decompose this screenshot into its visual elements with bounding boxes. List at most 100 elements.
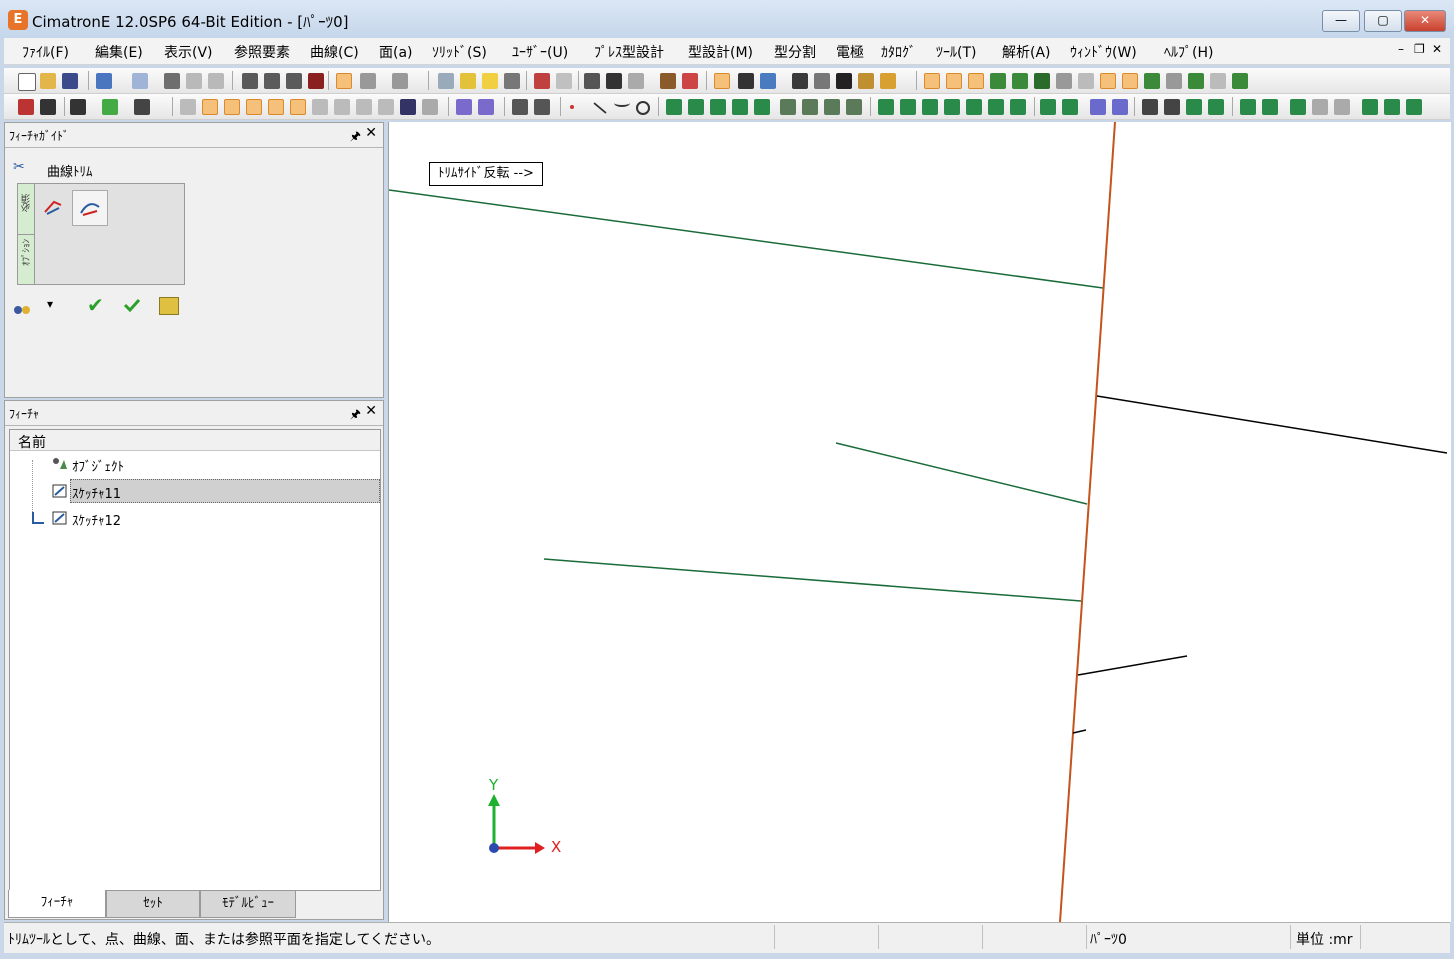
menu-file[interactable]: ﾌｧｲﾙ(F) bbox=[22, 42, 69, 62]
display-mode-icon[interactable] bbox=[392, 73, 408, 89]
extrude-icon[interactable] bbox=[202, 99, 218, 115]
layers-icon[interactable] bbox=[584, 73, 600, 89]
snap-settings-icon[interactable] bbox=[1232, 73, 1248, 89]
feature-icon[interactable] bbox=[180, 99, 196, 115]
tree-column-header[interactable]: 名前 bbox=[10, 430, 380, 451]
import-icon[interactable] bbox=[660, 73, 676, 89]
filter-icon[interactable] bbox=[102, 99, 118, 115]
menu-press-design[interactable]: ﾌﾟﾚｽ型設計 bbox=[594, 42, 664, 62]
tab-feature[interactable]: ﾌｨｰﾁｬ bbox=[8, 890, 106, 918]
menu-curve[interactable]: 曲線(C) bbox=[310, 42, 359, 62]
menu-edit[interactable]: 編集(E) bbox=[95, 42, 143, 62]
menu-analysis[interactable]: 解析(A) bbox=[1002, 42, 1051, 62]
trim-side-button[interactable] bbox=[72, 190, 108, 226]
next-view-icon[interactable] bbox=[556, 73, 572, 89]
draft-icon[interactable] bbox=[290, 99, 306, 115]
link-icon[interactable] bbox=[164, 73, 180, 89]
solid-c-icon[interactable] bbox=[1406, 99, 1422, 115]
line-weight-icon[interactable] bbox=[836, 73, 852, 89]
snap-tangent-icon[interactable] bbox=[946, 73, 962, 89]
compare-icon[interactable] bbox=[1112, 99, 1128, 115]
surface-loft-icon[interactable] bbox=[846, 99, 862, 115]
parting-icon[interactable] bbox=[1062, 99, 1078, 115]
close-button[interactable]: ✕ bbox=[1404, 10, 1446, 32]
menu-reference[interactable]: 参照要素 bbox=[234, 42, 290, 62]
loft-icon[interactable] bbox=[268, 99, 284, 115]
arc-icon[interactable] bbox=[614, 99, 630, 107]
snap-cursor-icon[interactable] bbox=[1122, 73, 1138, 89]
properties-icon[interactable] bbox=[628, 73, 644, 89]
snap-axis-icon[interactable] bbox=[1100, 73, 1116, 89]
solid-a-icon[interactable] bbox=[1362, 99, 1378, 115]
pan-icon[interactable] bbox=[308, 73, 324, 89]
shaded-view-icon[interactable] bbox=[336, 73, 352, 89]
apply-continue-icon[interactable] bbox=[123, 297, 141, 313]
mdi-minimize-button[interactable]: – bbox=[1398, 42, 1404, 56]
layer-a-icon[interactable] bbox=[1290, 99, 1306, 115]
sketch-icon[interactable] bbox=[512, 99, 528, 115]
minimize-button[interactable]: — bbox=[1322, 10, 1360, 32]
fillet-icon[interactable] bbox=[334, 99, 350, 115]
trim-side-tooltip[interactable]: ﾄﾘﾑｻｲﾄﾞ反転 --> bbox=[429, 162, 543, 186]
light-bulb-on-icon[interactable] bbox=[482, 73, 498, 89]
hide-icon[interactable] bbox=[504, 73, 520, 89]
open-folder-icon[interactable] bbox=[40, 73, 56, 89]
snap-box-icon[interactable] bbox=[1144, 73, 1160, 89]
circle-icon[interactable] bbox=[636, 101, 650, 115]
light-bulb-icon[interactable] bbox=[460, 73, 476, 89]
tree-item-objects[interactable]: ｵﾌﾞｼﾞｪｸﾄ bbox=[18, 452, 382, 476]
curve-split-icon[interactable] bbox=[754, 99, 770, 115]
material-icon[interactable] bbox=[880, 73, 896, 89]
menu-solid[interactable]: ｿﾘｯﾄﾞ(S) bbox=[432, 42, 487, 62]
menu-mold-design[interactable]: 型設計(M) bbox=[688, 42, 753, 62]
snap-curve-icon[interactable] bbox=[990, 73, 1006, 89]
zoom-all-icon[interactable] bbox=[242, 73, 258, 89]
color-fill-icon[interactable] bbox=[760, 73, 776, 89]
snap-delta-icon[interactable] bbox=[1188, 73, 1204, 89]
show-icon[interactable] bbox=[438, 73, 454, 89]
view-cube-icon[interactable] bbox=[360, 73, 376, 89]
blend-icon[interactable] bbox=[478, 99, 494, 115]
exit-icon[interactable] bbox=[159, 297, 179, 315]
face-join-icon[interactable] bbox=[966, 99, 982, 115]
measure-icon[interactable] bbox=[606, 73, 622, 89]
new-file-icon[interactable] bbox=[18, 73, 36, 91]
close-icon[interactable]: ✕ bbox=[365, 403, 377, 419]
solid-b-icon[interactable] bbox=[1384, 99, 1400, 115]
snap-center-icon[interactable] bbox=[968, 73, 984, 89]
electrode-extract-icon[interactable] bbox=[1262, 99, 1278, 115]
undo-icon[interactable] bbox=[96, 73, 112, 89]
previous-view-icon[interactable] bbox=[534, 73, 550, 89]
graphics-viewport[interactable]: Y X ﾄﾘﾑｻｲﾄﾞ反転 --> bbox=[388, 122, 1451, 922]
pick-icon[interactable] bbox=[70, 99, 86, 115]
face-split-icon[interactable] bbox=[944, 99, 960, 115]
line-style-icon[interactable] bbox=[814, 73, 830, 89]
transform-solid-icon[interactable] bbox=[1142, 99, 1158, 115]
pen-icon[interactable] bbox=[792, 73, 808, 89]
grid-icon[interactable] bbox=[738, 73, 754, 89]
menu-window[interactable]: ｳｨﾝﾄﾞｳ(W) bbox=[1070, 42, 1137, 62]
menu-user[interactable]: ﾕｰｻﾞｰ(U) bbox=[512, 42, 568, 62]
surface-extrude-icon[interactable] bbox=[780, 99, 796, 115]
shell-icon[interactable] bbox=[312, 99, 328, 115]
face-extend-icon[interactable] bbox=[900, 99, 916, 115]
surface-icon[interactable] bbox=[456, 99, 472, 115]
transform-icon[interactable] bbox=[134, 99, 150, 115]
snap-off-icon[interactable] bbox=[1056, 73, 1072, 89]
maximize-button[interactable]: ▢ bbox=[1364, 10, 1402, 32]
menu-mold-split[interactable]: 型分割 bbox=[774, 42, 816, 62]
polyline-icon[interactable] bbox=[534, 99, 550, 115]
apply-check-icon[interactable]: ✔ bbox=[87, 293, 104, 317]
pin-icon[interactable]: 🖈 bbox=[350, 127, 361, 148]
tree-item-sketch12[interactable]: ｽｹｯﾁｬ12 bbox=[18, 506, 382, 530]
face-fillet-icon[interactable] bbox=[988, 99, 1004, 115]
tab-set[interactable]: ｾｯﾄ bbox=[106, 890, 200, 918]
boolean-icon[interactable] bbox=[422, 99, 438, 115]
mdi-close-button[interactable]: ✕ bbox=[1432, 42, 1442, 56]
layer-b-icon[interactable] bbox=[1312, 99, 1328, 115]
electrode-icon[interactable] bbox=[1240, 99, 1256, 115]
curve-offset-icon[interactable] bbox=[666, 99, 682, 115]
snap-point-icon[interactable] bbox=[1078, 73, 1094, 89]
select-filter-icon[interactable] bbox=[714, 73, 730, 89]
point-icon[interactable] bbox=[570, 105, 574, 109]
